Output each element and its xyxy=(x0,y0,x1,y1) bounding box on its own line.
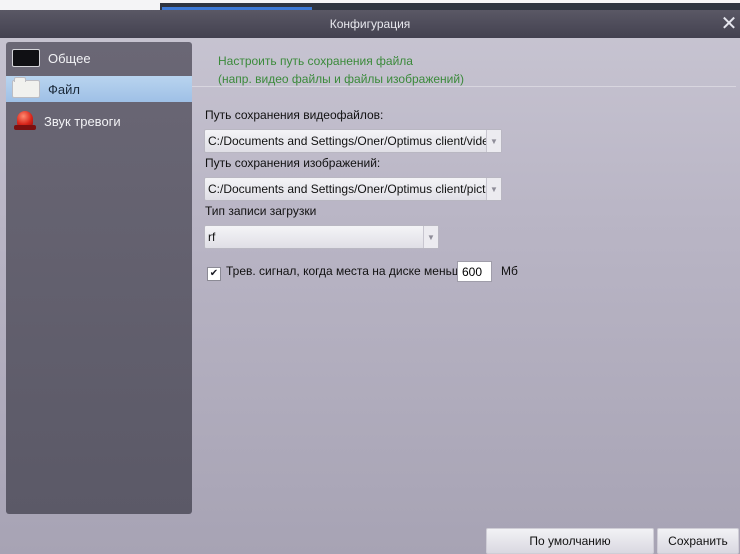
disk-threshold-unit: Мб xyxy=(501,264,518,278)
chevron-down-icon[interactable]: ▼ xyxy=(486,130,501,152)
top-strip xyxy=(0,0,740,10)
main-panel: Настроить путь сохранения файла (напр. в… xyxy=(192,42,736,514)
video-path-label: Путь сохранения видеофайлов: xyxy=(205,108,384,122)
alarm-checkbox-label: Трев. сигнал, когда места на диске меньш… xyxy=(226,264,469,278)
image-path-select[interactable]: C:/Documents and Settings/Oner/Optimus c… xyxy=(204,177,502,201)
configuration-window: Конфигурация ✕ Общее Файл Звук тревоги Н… xyxy=(0,0,740,554)
save-button[interactable]: Сохранить xyxy=(657,528,739,554)
sidebar-item-label: Файл xyxy=(48,81,80,97)
image-path-label: Путь сохранения изображений: xyxy=(205,156,381,170)
disk-threshold-input[interactable] xyxy=(457,261,492,282)
hint-line-2: (напр. видео файлы и файлы изображений) xyxy=(218,72,465,86)
alarm-checkbox[interactable]: ✔ xyxy=(207,267,221,281)
record-type-value: rf xyxy=(208,230,216,244)
image-path-value: C:/Documents and Settings/Oner/Optimus c… xyxy=(208,182,486,196)
sidebar-item-file[interactable]: Файл xyxy=(6,76,192,102)
record-type-label: Тип записи загрузки xyxy=(205,204,317,218)
close-icon[interactable]: ✕ xyxy=(720,12,738,36)
video-path-select[interactable]: C:/Documents and Settings/Oner/Optimus c… xyxy=(204,129,502,153)
default-button[interactable]: По умолчанию xyxy=(486,528,654,554)
monitor-icon xyxy=(12,49,40,67)
sidebar-item-alarm-sound[interactable]: Звук тревоги xyxy=(6,108,192,134)
video-path-value: C:/Documents and Settings/Oner/Optimus c… xyxy=(208,134,486,148)
hint-line-1: Настроить путь сохранения файла xyxy=(218,54,413,68)
alarm-bell-icon xyxy=(14,111,36,131)
sidebar-item-label: Звук тревоги xyxy=(44,113,121,129)
sidebar-item-general[interactable]: Общее xyxy=(6,45,192,71)
sidebar-item-label: Общее xyxy=(48,50,91,66)
chevron-down-icon[interactable]: ▼ xyxy=(423,226,438,248)
title-bar: Конфигурация xyxy=(0,10,740,38)
record-type-select[interactable]: rf ▼ xyxy=(204,225,439,249)
hint-box: Настроить путь сохранения файла (напр. в… xyxy=(192,42,736,87)
chevron-down-icon[interactable]: ▼ xyxy=(486,178,501,200)
sidebar: Общее Файл Звук тревоги xyxy=(6,42,192,514)
folder-icon xyxy=(12,77,40,98)
window-title: Конфигурация xyxy=(329,17,411,31)
